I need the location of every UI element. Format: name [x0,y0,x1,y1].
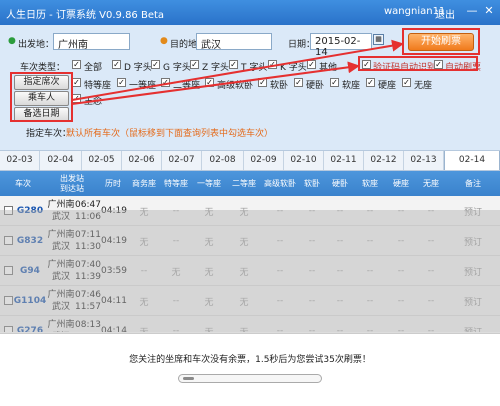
specify-train-label: 指定车次： [26,129,72,139]
column-header: 无座 [423,178,439,188]
checkbox-seat-soft[interactable]: ✓ [330,78,339,87]
logout-link[interactable]: 退出 [435,6,455,21]
window-title: 人生日历 - 订票系统 V0.9.86 Beta [6,10,165,21]
checkbox-other[interactable]: ✓ [307,60,316,69]
column-header: 高级软卧 [264,178,296,188]
table-header: 车次 出发站 到达站 历时 商务座 特等座 一等座 二等座 高级软卧 软卧 硬卧 软座 硬座 无座 备注 [0,171,500,196]
tab-02-08[interactable]: 02-08 [202,151,244,170]
tab-02-03[interactable]: 02-03 [0,151,40,170]
calendar-icon[interactable]: ▦ [373,34,384,45]
close-button[interactable]: ✕ [482,4,496,18]
location-icon: ● [8,36,16,46]
progress-bar [178,374,322,383]
column-header: 备注 [465,178,481,188]
seat-soft: 软座 [342,81,361,91]
tab-02-14[interactable]: 02-14 [444,151,500,170]
tab-02-06[interactable]: 02-06 [122,151,162,170]
seat-deluxe-soft: 高级软卧 [217,81,254,91]
minimize-button[interactable]: — [465,4,479,18]
status-message: 您关注的坐席和车次没有余票，1.5秒后为您尝试35次刷票！ [129,355,371,365]
seat-soft-sleeper: 软卧 [270,81,289,91]
seat-first: 一等座 [129,81,157,91]
title-bar: 人生日历 - 订票系统 V0.9.86 Beta wangnian11 退出 —… [0,0,500,25]
train-type-all: 全部 [84,63,103,73]
seat-hard: 硬座 [378,81,397,91]
from-label: 出发地： [18,40,55,50]
checkbox-all[interactable]: ✓ [72,60,81,69]
passenger-name: 王念 [84,97,103,107]
train-type-t: T 字头 [241,63,268,73]
checkbox-k[interactable]: ✓ [268,60,277,69]
checkbox-seat-none[interactable]: ✓ [402,78,411,87]
checkbox-t[interactable]: ✓ [229,60,238,69]
tab-02-10[interactable]: 02-10 [284,151,324,170]
status-dialog: 您关注的坐席和车次没有余票，1.5秒后为您尝试35次刷票！ [0,333,500,406]
tab-02-09[interactable]: 02-09 [244,151,284,170]
column-header: 硬卧 [332,178,348,188]
to-station-input[interactable]: 武汉 [196,33,272,51]
seat-none: 无座 [414,81,433,91]
seat-second: 二等座 [173,81,201,91]
tab-02-12[interactable]: 02-12 [364,151,404,170]
column-header: 车次 [15,178,31,188]
modal-overlay [0,210,500,333]
from-station-input[interactable]: 广州南 [53,33,130,51]
tab-02-13[interactable]: 02-13 [404,151,444,170]
column-header: 二等座 [232,178,256,188]
column-header: 软座 [362,178,378,188]
tab-02-07[interactable]: 02-07 [162,151,202,170]
column-header: 商务座 [132,178,156,188]
column-header: 特等座 [164,178,188,188]
progress-fill [183,377,194,380]
annotation-box-left [10,72,73,122]
checkbox-z[interactable]: ✓ [190,60,199,69]
column-header: 一等座 [197,178,221,188]
train-type-other: 其他 [319,63,338,73]
column-header: 历时 [105,178,121,188]
date-tabs: 02-03 02-04 02-05 02-06 02-07 02-08 02-09 02-10… [0,150,500,171]
checkbox-seat-hard-sleeper[interactable]: ✓ [294,78,303,87]
checkbox-seat-second[interactable]: ✓ [161,78,170,87]
tab-02-04[interactable]: 02-04 [40,151,82,170]
specify-train-hint: 默认所有车次（鼠标移到下面查询列表中勾选车次） [66,129,274,139]
column-header: 出发站 到达站 [60,173,84,193]
train-type-z: Z 字头 [202,63,230,73]
tab-02-05[interactable]: 02-05 [82,151,122,170]
annotation-box-options [358,56,478,71]
checkbox-d[interactable]: ✓ [112,60,121,69]
checkbox-seat-deluxe-soft[interactable]: ✓ [205,78,214,87]
checkbox-seat-first[interactable]: ✓ [117,78,126,87]
train-type-d: D 字头 [124,63,152,73]
train-type-g: G 字头 [163,63,191,73]
checkbox-seat-special[interactable]: ✓ [72,78,81,87]
train-type-k: K 字头 [280,63,307,73]
annotation-box-start [402,28,480,55]
date-input[interactable]: 2015-02-14 [310,33,372,58]
checkbox-seat-hard[interactable]: ✓ [366,78,375,87]
checkbox-g[interactable]: ✓ [151,60,160,69]
checkbox-seat-soft-sleeper[interactable]: ✓ [258,78,267,87]
column-header: 软卧 [304,178,320,188]
tab-02-11[interactable]: 02-11 [324,151,364,170]
destination-icon: ● [160,36,168,46]
seat-special: 特等座 [84,81,112,91]
seat-hard-sleeper: 硬卧 [306,81,325,91]
checkbox-passenger[interactable]: ✓ [72,94,81,103]
column-header: 硬座 [393,178,409,188]
